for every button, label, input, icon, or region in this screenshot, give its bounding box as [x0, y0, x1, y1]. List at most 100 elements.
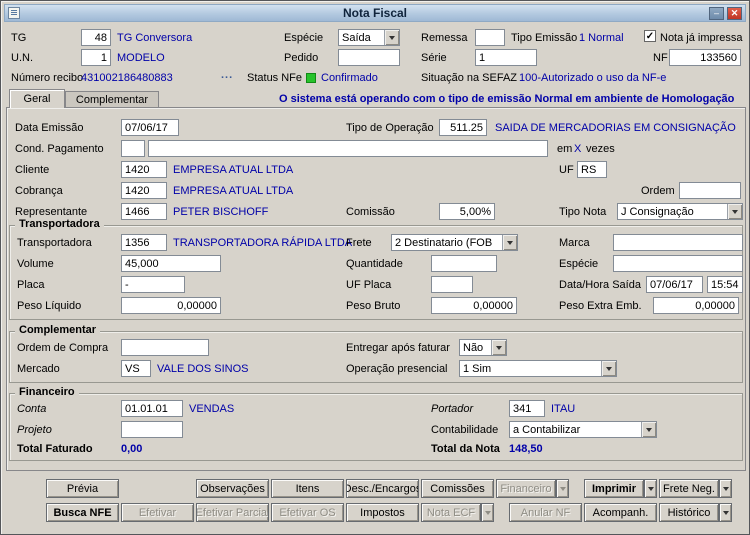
- frete-label: Frete: [346, 237, 372, 249]
- chevron-down-icon[interactable]: [727, 204, 742, 219]
- chevron-down-icon[interactable]: [641, 422, 656, 437]
- tg-label: TG: [11, 32, 27, 44]
- desc-encargos-button[interactable]: Desc./Encargos: [346, 479, 419, 498]
- contabilidade-select[interactable]: a Contabilizar: [509, 421, 657, 438]
- mercado-code-field[interactable]: VS: [121, 360, 151, 377]
- acompanh-button[interactable]: Acompanh.: [584, 503, 657, 522]
- portador-desc-text: ITAU: [551, 403, 576, 415]
- nota-impressa-label: Nota já impressa: [660, 32, 743, 44]
- status-nfe-value: Confirmado: [321, 72, 378, 84]
- peso-liquido-label: Peso Líquido: [17, 300, 82, 312]
- peso-extra-label: Peso Extra Emb.: [559, 300, 642, 312]
- historico-button[interactable]: Histórico: [659, 503, 719, 522]
- frete-neg-button[interactable]: Frete Neg.: [659, 479, 719, 498]
- recibo-more-icon[interactable]: ...: [221, 69, 233, 81]
- financeiro-group-title: Financeiro: [15, 386, 79, 398]
- cobranca-label: Cobrança: [15, 185, 63, 197]
- nota-impressa-checkbox[interactable]: ✓: [644, 30, 656, 42]
- close-button[interactable]: ✕: [727, 7, 742, 20]
- nf-field[interactable]: 133560: [669, 49, 741, 66]
- minimize-button[interactable]: –: [709, 7, 724, 20]
- peso-bruto-field[interactable]: 0,00000: [431, 297, 517, 314]
- chevron-down-icon[interactable]: [502, 235, 517, 250]
- especie-select[interactable]: Saída: [338, 29, 400, 46]
- quantidade-field[interactable]: [431, 255, 497, 272]
- chevron-down-icon[interactable]: [384, 30, 399, 45]
- historico-dropdown-button[interactable]: [719, 503, 732, 522]
- operacao-presencial-select[interactable]: 1 Sim: [459, 360, 617, 377]
- hora-saida-field[interactable]: 15:54: [707, 276, 743, 293]
- placa-field[interactable]: -: [121, 276, 185, 293]
- ordem-compra-field[interactable]: [121, 339, 209, 356]
- tipo-nota-label: Tipo Nota: [559, 206, 607, 218]
- transportadora-code-field[interactable]: 1356: [121, 234, 167, 251]
- data-emissao-label: Data Emissão: [15, 122, 84, 134]
- volume-field[interactable]: 45,000: [121, 255, 221, 272]
- cobranca-code-field[interactable]: 1420: [121, 182, 167, 199]
- nota-ecf-button[interactable]: Nota ECF: [421, 503, 481, 522]
- entregar-apos-select[interactable]: Não: [459, 339, 507, 356]
- impostos-button[interactable]: Impostos: [346, 503, 419, 522]
- serie-field[interactable]: 1: [475, 49, 537, 66]
- representante-desc-text: PETER BISCHOFF: [173, 206, 269, 218]
- remessa-field[interactable]: [475, 29, 505, 46]
- data-saida-field[interactable]: 07/06/17: [646, 276, 703, 293]
- observacoes-button[interactable]: Observações: [196, 479, 269, 498]
- un-desc-text: MODELO: [117, 52, 165, 64]
- conta-code-field[interactable]: 01.01.01: [121, 400, 183, 417]
- imprimir-dropdown-button[interactable]: [644, 479, 657, 498]
- financeiro-button[interactable]: Financeiro: [496, 479, 556, 498]
- uf-label: UF: [559, 164, 574, 176]
- financeiro-dropdown-button[interactable]: [556, 479, 569, 498]
- chevron-down-icon[interactable]: [491, 340, 506, 355]
- data-hora-saida-label: Data/Hora Saída: [559, 279, 641, 291]
- peso-extra-field[interactable]: 0,00000: [653, 297, 739, 314]
- frete-select[interactable]: 2 Destinatario (FOB: [391, 234, 518, 251]
- tab-geral[interactable]: Geral: [9, 89, 65, 108]
- anular-nf-button[interactable]: Anular NF: [509, 503, 582, 522]
- imprimir-button[interactable]: Imprimir: [584, 479, 644, 498]
- chevron-down-icon[interactable]: [601, 361, 616, 376]
- tab-complementar[interactable]: Complementar: [65, 91, 159, 107]
- representante-code-field[interactable]: 1466: [121, 203, 167, 220]
- efetivar-button[interactable]: Efetivar: [121, 503, 194, 522]
- comissao-label: Comissão: [346, 206, 395, 218]
- tipo-nota-select[interactable]: J Consignação: [617, 203, 743, 220]
- uf-field[interactable]: RS: [577, 161, 607, 178]
- comissoes-button[interactable]: Comissões: [421, 479, 494, 498]
- portador-label: Portador: [431, 403, 474, 415]
- uf-placa-field[interactable]: [431, 276, 473, 293]
- ordem-label: Ordem: [641, 185, 675, 197]
- nota-ecf-dropdown-button[interactable]: [481, 503, 494, 522]
- itens-button[interactable]: Itens: [271, 479, 344, 498]
- data-emissao-field[interactable]: 07/06/17: [121, 119, 179, 136]
- marca-field[interactable]: [613, 234, 743, 251]
- un-code-field[interactable]: 1: [81, 49, 111, 66]
- window-title: Nota Fiscal: [342, 6, 408, 20]
- frete-neg-dropdown-button[interactable]: [719, 479, 732, 498]
- total-nota-label: Total da Nota: [431, 443, 500, 455]
- peso-liquido-field[interactable]: 0,00000: [121, 297, 221, 314]
- efetivar-os-button[interactable]: Efetivar OS: [271, 503, 344, 522]
- projeto-field[interactable]: [121, 421, 183, 438]
- pedido-field[interactable]: [338, 49, 400, 66]
- pedido-label: Pedido: [284, 52, 319, 64]
- titlebar: Nota Fiscal – ✕: [4, 4, 746, 22]
- ordem-field[interactable]: [679, 182, 741, 199]
- especie-emb-field[interactable]: [613, 255, 743, 272]
- comissao-field[interactable]: 5,00%: [439, 203, 495, 220]
- projeto-label: Projeto: [17, 424, 52, 436]
- tg-code-field[interactable]: 48: [81, 29, 111, 46]
- efetivar-parcial-button[interactable]: Efetivar Parcial: [196, 503, 269, 522]
- previa-button[interactable]: Prévia: [46, 479, 119, 498]
- contabilidade-label: Contabilidade: [431, 424, 499, 436]
- cond-pagamento-desc-field[interactable]: [148, 140, 548, 157]
- tipo-operacao-code-field[interactable]: 511.25: [439, 119, 487, 136]
- cond-pagamento-code-field[interactable]: [121, 140, 145, 157]
- complementar-group: [9, 331, 743, 383]
- mercado-desc-text: VALE DOS SINOS: [157, 363, 249, 375]
- busca-nfe-button[interactable]: Busca NFE: [46, 503, 119, 522]
- tipo-operacao-label: Tipo de Operação: [346, 122, 434, 134]
- portador-code-field[interactable]: 341: [509, 400, 545, 417]
- cliente-code-field[interactable]: 1420: [121, 161, 167, 178]
